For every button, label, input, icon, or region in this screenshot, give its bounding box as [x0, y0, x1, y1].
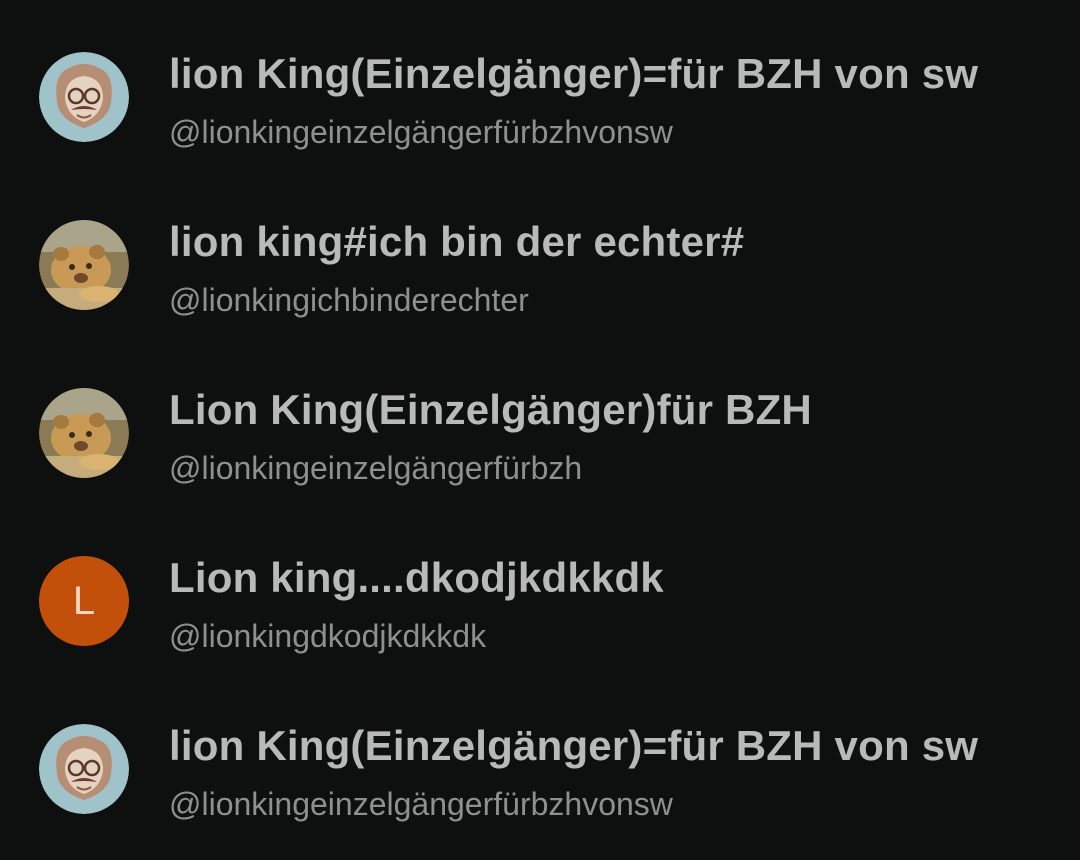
user-display-name: Lion King(Einzelgänger)für BZH [169, 386, 812, 433]
user-result-row[interactable]: Lion King(Einzelgänger)für BZH @lionking… [0, 348, 1080, 516]
user-handle: @lionkingeinzelgängerfürbzh [169, 450, 583, 486]
user-display-name: lion King(Einzelgänger)=für BZH von sw [169, 722, 979, 769]
lion-sketch-avatar-icon[interactable] [39, 724, 129, 814]
lion-sketch-avatar-icon[interactable] [39, 52, 129, 142]
user-display-name: Lion king....dkodjkdkkdk [169, 554, 664, 601]
user-handle: @lionkingeinzelgängerfürbzhvonsw [169, 786, 673, 822]
user-result-row[interactable]: L Lion king....dkodjkdkkdk @lionkingdkod… [0, 516, 1080, 684]
lion-cub-avatar-icon[interactable] [39, 388, 129, 478]
user-result-row[interactable]: lion King(Einzelgänger)=für BZH von sw @… [0, 12, 1080, 180]
user-result-row[interactable]: lion King(Einzelgänger)=für BZH von sw @… [0, 684, 1080, 852]
user-handle: @lionkingeinzelgängerfürbzhvonsw [169, 114, 673, 150]
letter-avatar[interactable]: L [39, 556, 129, 646]
user-result-row[interactable]: lion king#ich bin der echter# @lionkingi… [0, 180, 1080, 348]
user-handle: @lionkingdkodjkdkkdk [169, 618, 487, 654]
user-handle: @lionkingichbinderechter [169, 282, 529, 318]
lion-cub-avatar-icon[interactable] [39, 220, 129, 310]
user-display-name: lion King(Einzelgänger)=für BZH von sw [169, 50, 979, 97]
user-display-name: lion king#ich bin der echter# [169, 218, 745, 265]
